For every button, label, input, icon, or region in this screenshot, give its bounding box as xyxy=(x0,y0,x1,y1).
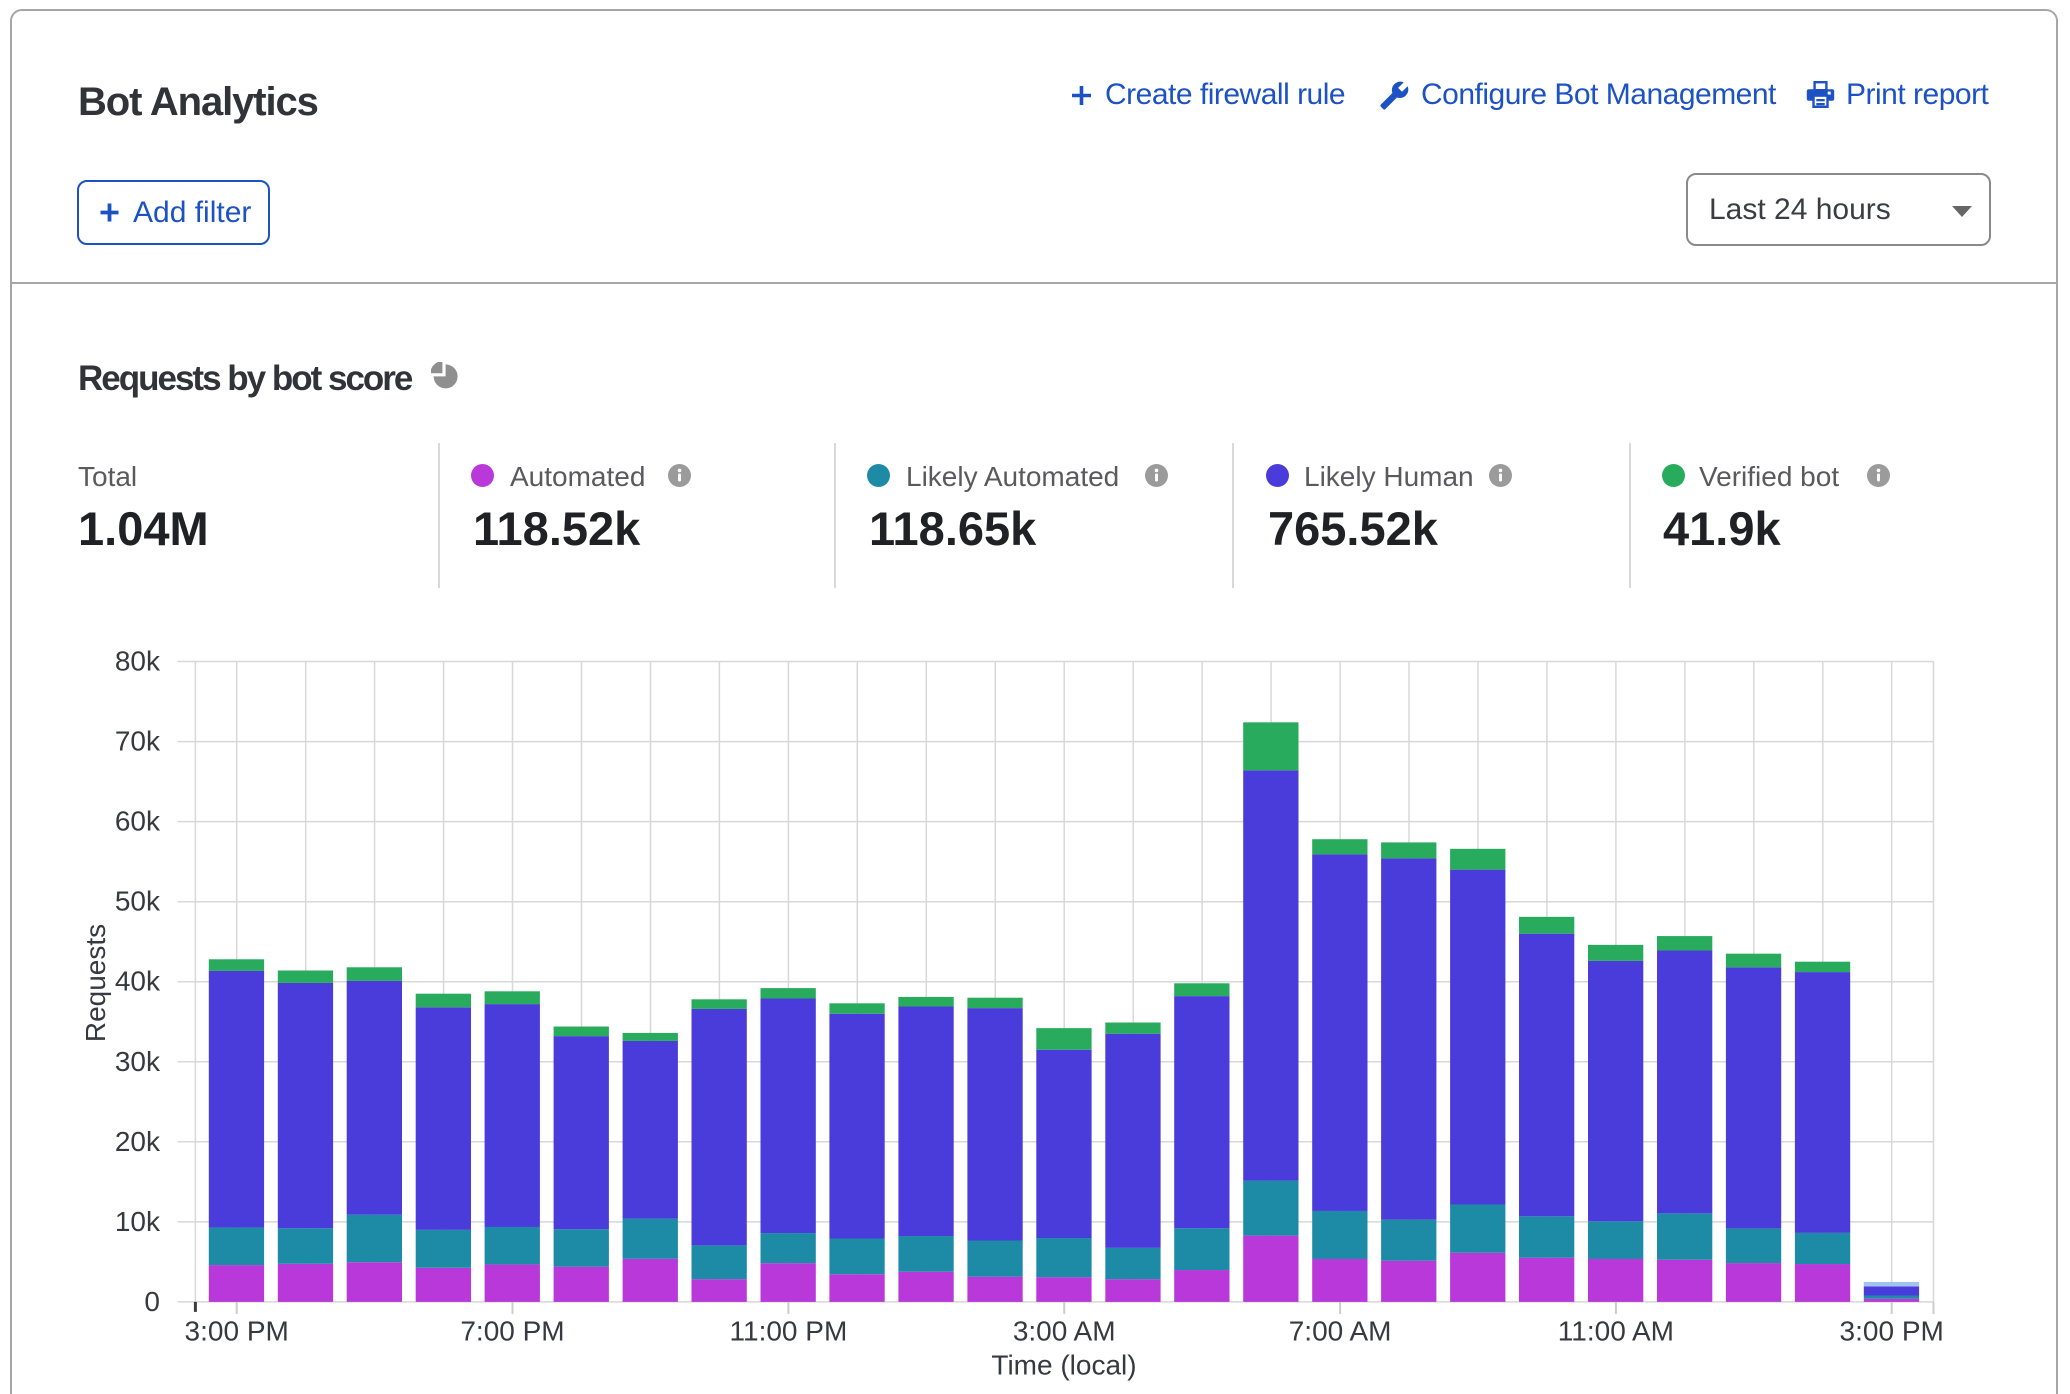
svg-text:60k: 60k xyxy=(115,806,161,837)
svg-text:20k: 20k xyxy=(115,1126,161,1157)
svg-text:50k: 50k xyxy=(115,886,161,917)
svg-text:30k: 30k xyxy=(115,1046,161,1077)
svg-text:11:00 PM: 11:00 PM xyxy=(730,1316,848,1347)
svg-text:10k: 10k xyxy=(115,1206,161,1237)
svg-text:7:00 AM: 7:00 AM xyxy=(1289,1316,1392,1347)
svg-text:40k: 40k xyxy=(115,966,161,997)
svg-text:11:00 AM: 11:00 AM xyxy=(1558,1316,1674,1347)
svg-text:70k: 70k xyxy=(115,726,161,757)
svg-text:Time (local): Time (local) xyxy=(991,1350,1136,1381)
svg-text:Requests: Requests xyxy=(80,924,111,1042)
svg-text:0: 0 xyxy=(144,1286,160,1317)
svg-text:3:00 PM: 3:00 PM xyxy=(185,1316,289,1347)
svg-text:80k: 80k xyxy=(115,646,161,677)
svg-text:3:00 AM: 3:00 AM xyxy=(1013,1316,1116,1347)
svg-text:3:00 PM: 3:00 PM xyxy=(1840,1316,1944,1347)
svg-text:7:00 PM: 7:00 PM xyxy=(460,1316,564,1347)
